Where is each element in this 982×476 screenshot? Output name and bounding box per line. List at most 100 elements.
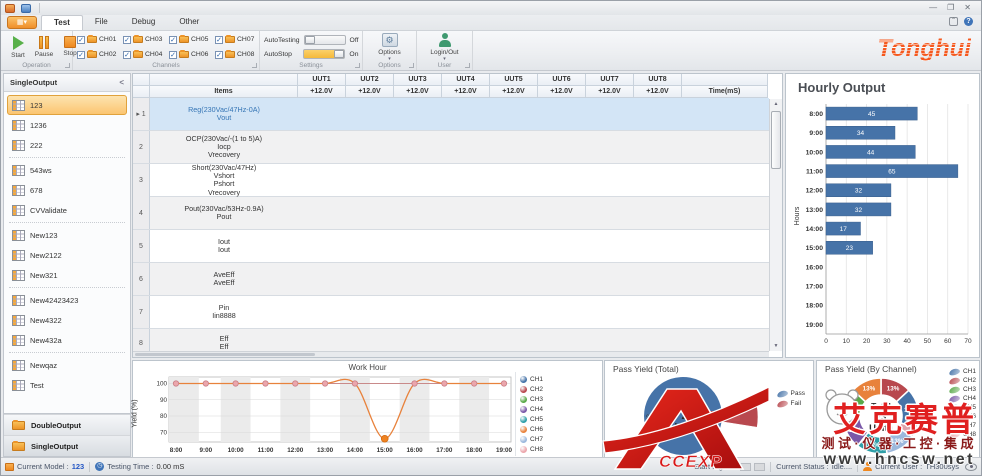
table-row[interactable]: 4Pout(230Vac/53Hz-0.9A)Pout [133,197,769,230]
checkbox-icon[interactable]: ✓ [215,51,223,59]
sidebar: SingleOutput < 123 1236 222 543ws678CVValid… [3,73,131,457]
channel-checkbox-ch02[interactable]: ✓CH02 [77,48,121,62]
restore-button[interactable]: ❐ [947,3,954,13]
eye-icon[interactable] [965,463,977,471]
tab-other[interactable]: Other [167,15,211,30]
checkbox-icon[interactable]: ✓ [169,36,177,44]
table-row[interactable]: 7PinIin8888 [133,296,769,329]
start-button[interactable]: Start [6,36,30,59]
autotesting-toggle[interactable] [304,35,346,45]
sidebar-item-label: 1236 [30,121,47,130]
sidebar-item-new4322[interactable]: New4322 [7,310,127,330]
close-button[interactable]: ✕ [964,3,971,13]
channel-checkbox-ch01[interactable]: ✓CH01 [77,33,121,47]
svg-text:9:00: 9:00 [809,130,823,137]
sidebar-mode-doubleoutput[interactable]: DoubleOutput [4,414,130,435]
toggle-thumb[interactable] [334,50,344,58]
dialog-launcher-icon[interactable] [65,63,70,68]
checkbox-icon[interactable]: ✓ [215,36,223,44]
sidebar-item-new123[interactable]: New123 [7,225,127,245]
item-line: Iin8888 [212,312,236,320]
channel-checkbox-ch05[interactable]: ✓CH05 [169,33,213,47]
svg-text:65: 65 [888,168,896,175]
collapse-icon[interactable]: < [119,78,124,87]
quick-access-window-icon[interactable] [21,4,31,13]
scrollbar-thumb[interactable] [135,353,315,356]
sidebar-item-cvvalidate[interactable]: CVValidate [7,200,127,220]
legend-swatch-icon [948,394,960,403]
table-row[interactable]: 8EffEff [133,329,769,351]
folder-icon [225,36,235,43]
legend-item-ch1: CH1 [520,375,543,384]
horizontal-scrollbar[interactable] [133,351,769,357]
sidebar-item-1236[interactable]: 1236 [7,115,127,135]
table-row[interactable]: 3Short(230Vac/47Hz)VshortPshortVrecovery [133,164,769,197]
checkbox-icon[interactable]: ✓ [169,51,177,59]
autostop-toggle[interactable] [303,49,345,59]
scrollbar-thumb[interactable] [771,111,781,169]
sidebar-item-new321[interactable]: New321 [7,265,127,285]
brand-logo: Tonghui [877,35,971,63]
table-row[interactable]: 6AveEffAveEff [133,263,769,296]
table-row[interactable]: ▸ 1Reg(230Vac/47Hz-0A)Vout [133,98,769,131]
channel-checkbox-ch07[interactable]: ✓CH07 [215,33,259,47]
y-axis-label: Yield (%) [132,399,139,427]
table-row[interactable]: 2OCP(230Vac/-(1 to 5)A)IocpVrecovery [133,131,769,164]
items-cell: Reg(230Vac/47Hz-0A)Vout [150,98,298,130]
sidebar-mode-label: DoubleOutput [31,421,81,430]
checkbox-icon[interactable]: ✓ [77,36,85,44]
minimize-ribbon-icon[interactable]: ⌃ [949,17,958,26]
sidebar-item-678[interactable]: 678 [7,180,127,200]
minimize-button[interactable]: — [929,3,937,13]
checkbox-icon[interactable]: ✓ [77,51,85,59]
checkbox-icon[interactable]: ✓ [123,36,131,44]
header-cell-voltage: +12.0V [538,86,586,98]
sidebar-item-222[interactable]: 222 [7,135,127,155]
scroll-down-arrow[interactable]: ▼ [770,341,782,351]
dialog-launcher-icon[interactable] [465,63,470,68]
sidebar-item-123[interactable]: 123 [7,95,127,115]
pause-button[interactable]: Pause [32,36,56,59]
channel-checkbox-ch06[interactable]: ✓CH06 [169,48,213,62]
checkbox-icon[interactable]: ✓ [123,51,131,59]
tab-debug[interactable]: Debug [120,15,168,30]
app-menu-button[interactable]: ▦▾ [7,16,37,29]
tab-file[interactable]: File [83,15,120,30]
dialog-launcher-icon[interactable] [355,63,360,68]
header-cell-uut4: UUT4 [442,74,490,86]
chart-title: Hourly Output [798,80,979,95]
sidebar-item-new2122[interactable]: New2122 [7,245,127,265]
channel-checkbox-ch03[interactable]: ✓CH03 [123,33,167,47]
sidebar-item-newqaz[interactable]: Newqaz [7,355,127,375]
login-out-button[interactable]: Login/Out ▾ [425,33,465,62]
status-bar-right: Start Signal : Current Status : Idle....… [694,462,977,472]
sidebar-item-test[interactable]: Test [7,375,127,395]
sidebar-item-label: Test [30,381,44,390]
options-button[interactable]: ⚙ Options ▾ [378,33,402,62]
toggle-thumb[interactable] [305,36,315,44]
results-table: UUT1UUT2UUT3UUT4UUT5UUT6UUT7UUT8Items+12… [133,74,769,351]
vertical-scrollbar[interactable]: ▲ ▼ [769,99,782,351]
value-cell [442,296,490,328]
legend-swatch-icon [520,416,527,423]
dialog-launcher-icon[interactable] [409,63,414,68]
tab-test[interactable]: Test [41,15,83,30]
dialog-launcher-icon[interactable] [252,63,257,68]
header-cell [133,86,150,98]
sidebar-mode-singleoutput[interactable]: SingleOutput [4,435,130,456]
start-signal-indicator [754,463,765,471]
person-icon [438,33,452,47]
channel-checkbox-ch04[interactable]: ✓CH04 [123,48,167,62]
row-number: 3 [133,164,150,197]
sidebar-item-543ws[interactable]: 543ws [7,160,127,180]
help-icon[interactable]: ? [964,17,973,26]
svg-text:11:00: 11:00 [806,168,823,175]
channel-checkbox-ch08[interactable]: ✓CH08 [215,48,259,62]
sidebar-item-label: Newqaz [30,361,57,370]
quick-access-app-icon[interactable] [5,4,15,13]
scroll-up-arrow[interactable]: ▲ [770,99,782,109]
sidebar-item-new42423423[interactable]: New42423423 [7,290,127,310]
sidebar-item-new432a[interactable]: New432a [7,330,127,350]
value-cell [442,131,490,163]
table-row[interactable]: 5IoutIout [133,230,769,263]
